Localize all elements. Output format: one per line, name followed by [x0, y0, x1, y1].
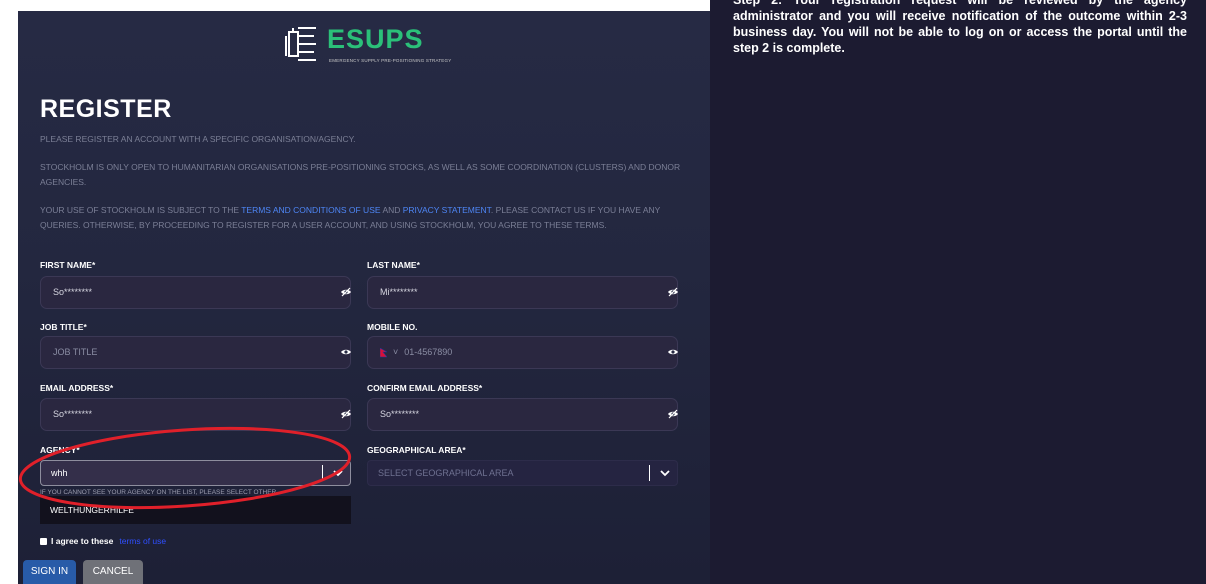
agency-select[interactable]: whh: [40, 460, 351, 486]
terms-text: YOUR USE OF STOCKHOLM IS SUBJECT TO THE …: [40, 205, 661, 230]
agree-checkbox[interactable]: [40, 537, 47, 545]
esups-logo-icon: [285, 27, 316, 61]
confirm-email-label: CONFIRM EMAIL ADDRESS*: [367, 383, 483, 393]
mobile-input[interactable]: ˅ 01-4567890: [367, 336, 678, 369]
agree-terms: I agree to these terms of use: [40, 536, 166, 546]
email-input[interactable]: So********: [40, 398, 351, 431]
eye-slash-icon[interactable]: [340, 286, 352, 298]
page-title: REGISTER: [40, 95, 172, 123]
first-name-input[interactable]: So********: [40, 276, 351, 309]
confirm-email-input[interactable]: So********: [367, 398, 678, 431]
chevron-down-icon[interactable]: ˅: [393, 347, 398, 357]
job-title-label: JOB TITLE*: [40, 322, 87, 332]
esups-logo: ESUPS EMERGENCY SUPPLY PRE-POSITIONING S…: [283, 20, 463, 72]
select-divider: [322, 465, 323, 481]
chevron-down-icon[interactable]: [333, 468, 343, 478]
register-panel: ESUPS EMERGENCY SUPPLY PRE-POSITIONING S…: [18, 11, 710, 584]
eligibility-text: STOCKHOLM IS ONLY OPEN TO HUMANITARIAN O…: [40, 162, 681, 187]
privacy-link[interactable]: PRIVACY STATEMENT: [403, 205, 491, 215]
geo-area-placeholder: SELECT GEOGRAPHICAL AREA: [378, 468, 514, 478]
eye-slash-icon[interactable]: [667, 408, 679, 420]
mobile-label: MOBILE NO.: [367, 322, 418, 332]
last-name-input[interactable]: Mi********: [367, 276, 678, 309]
first-name-label: FIRST NAME*: [40, 260, 96, 270]
chevron-down-icon[interactable]: [660, 468, 670, 478]
agency-label: AGENCY*: [40, 445, 80, 455]
nepal-flag-icon[interactable]: [380, 347, 387, 358]
select-divider: [649, 465, 650, 481]
email-label: EMAIL ADDRESS*: [40, 383, 114, 393]
eye-icon[interactable]: [340, 346, 352, 358]
cancel-button[interactable]: CANCEL: [83, 560, 143, 584]
eye-icon[interactable]: [667, 346, 679, 358]
info-panel: Step 2: Your registration request will b…: [710, 0, 1206, 584]
geo-area-select[interactable]: SELECT GEOGRAPHICAL AREA: [367, 460, 678, 486]
agree-label: I agree to these: [51, 536, 114, 546]
geo-area-label: GEOGRAPHICAL AREA*: [367, 445, 466, 455]
last-name-label: LAST NAME*: [367, 260, 420, 270]
agency-option-welthungerhilfe[interactable]: WELTHUNGERHILFE: [40, 496, 351, 524]
job-title-input[interactable]: JOB TITLE: [40, 336, 351, 369]
agency-select-value: whh: [51, 468, 68, 478]
brand-name: ESUPS: [327, 24, 424, 54]
sign-in-button[interactable]: SIGN IN: [23, 560, 76, 584]
eye-slash-icon[interactable]: [340, 408, 352, 420]
agency-help-text: IF YOU CANNOT SEE YOUR AGENCY ON THE LIS…: [40, 489, 277, 496]
step-2-text: Step 2: Your registration request will b…: [733, 0, 1187, 55]
brand-tagline: EMERGENCY SUPPLY PRE-POSITIONING STRATEG…: [329, 58, 452, 63]
terms-link[interactable]: TERMS AND CONDITIONS OF USE: [241, 205, 380, 215]
eye-slash-icon[interactable]: [667, 286, 679, 298]
terms-of-use-link[interactable]: terms of use: [119, 536, 166, 546]
intro-text: PLEASE REGISTER AN ACCOUNT WITH A SPECIF…: [40, 134, 356, 144]
